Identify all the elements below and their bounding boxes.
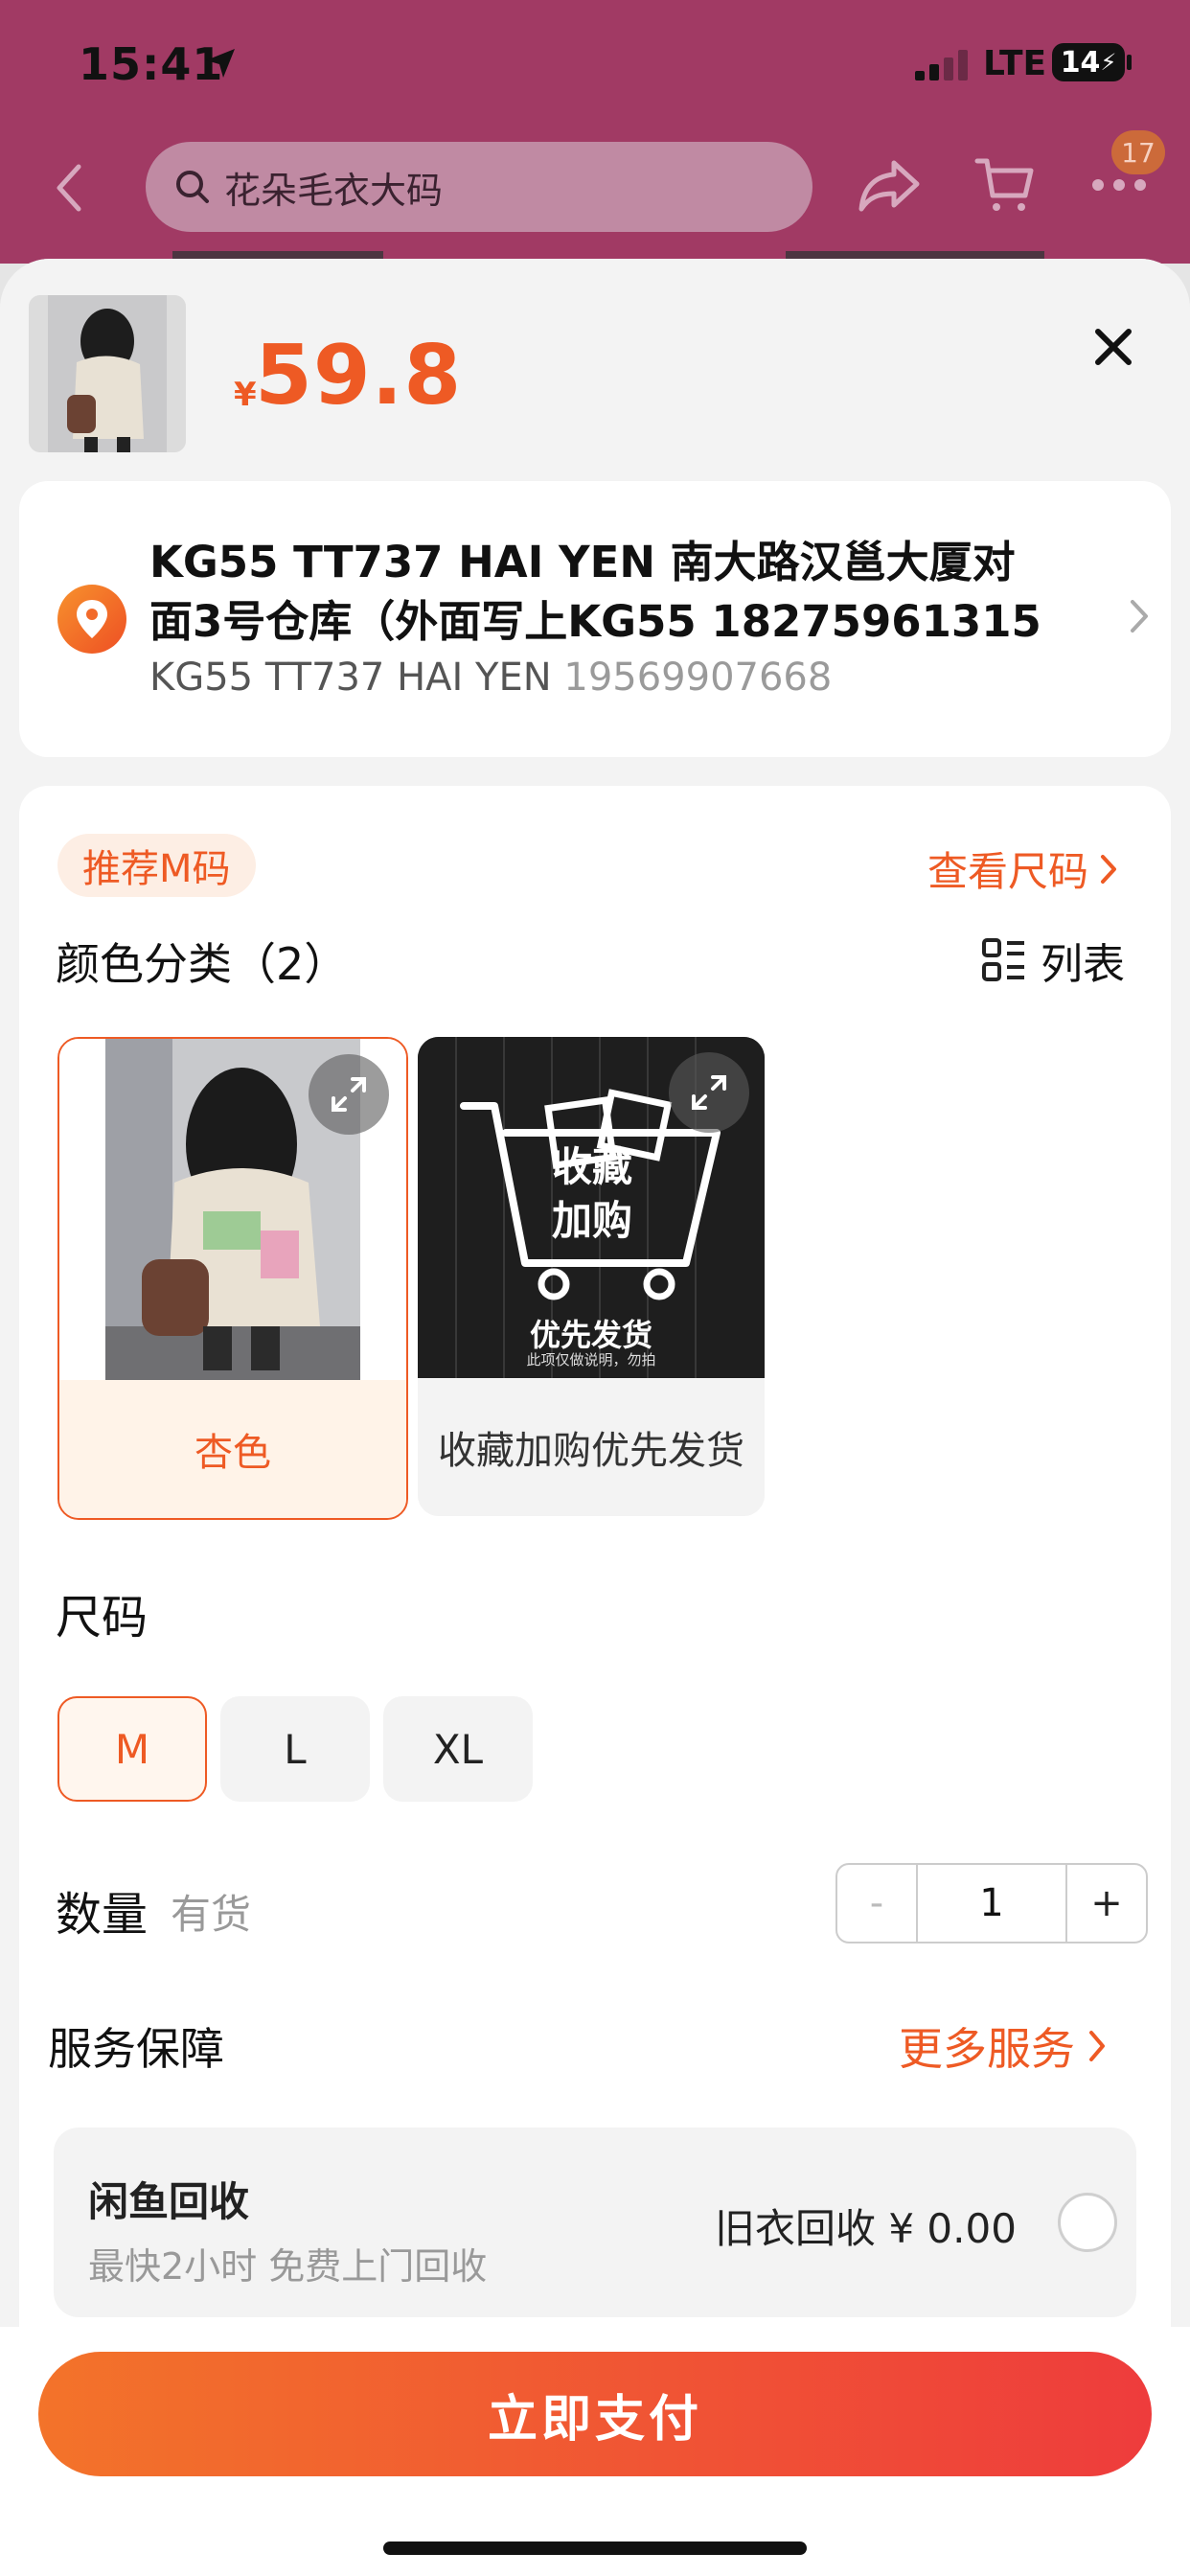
back-arrow-icon[interactable] — [50, 161, 88, 215]
size-section-title: 尺码 — [56, 1591, 149, 1644]
network-type: LTE — [983, 44, 1047, 83]
promo-text-addcart: 加购 — [551, 1197, 632, 1244]
more-icon[interactable] — [1090, 177, 1148, 193]
recycle-service-card[interactable]: 闲鱼回收 最快2小时 免费上门回收 旧衣回收 ¥ 0.00 — [54, 2128, 1136, 2317]
list-view-label: 列表 — [1041, 940, 1125, 989]
variant-image: 收藏 加购 优先发货 此项仅做说明，勿拍 — [418, 1037, 765, 1378]
home-indicator — [383, 2542, 807, 2555]
contact-name: KG55 TT737 HAI YEN — [149, 656, 552, 700]
size-chart-link[interactable]: 查看尺码 — [927, 840, 1117, 898]
list-view-toggle[interactable]: 列表 — [981, 930, 1125, 991]
close-icon[interactable] — [1092, 326, 1134, 368]
status-time: 15:41 — [79, 38, 224, 90]
cart-badge: 17 — [1111, 130, 1165, 174]
promo-text-disclaimer: 此项仅做说明，勿拍 — [526, 1351, 656, 1368]
sku-sheet: ¥ 59.8 KG55 TT737 HAI YEN 南大路汉邕大厦对 面3号仓库… — [0, 259, 1190, 2576]
quantity-increase-button[interactable]: + — [1067, 1865, 1146, 1942]
footer-bar: 立即支付 — [0, 2327, 1190, 2576]
list-icon — [982, 938, 1024, 981]
variant-option-favorite-priority[interactable]: 收藏 加购 优先发货 此项仅做说明，勿拍 收藏加购优先发货 — [418, 1037, 765, 1516]
size-option-xl[interactable]: XL — [383, 1696, 533, 1802]
promo-text-block: 收藏 加购 — [525, 1140, 659, 1248]
size-chart-label: 查看尺码 — [927, 848, 1089, 895]
expand-icon[interactable] — [309, 1054, 389, 1135]
service-section-title: 服务保障 — [48, 2023, 224, 2075]
more-services-link[interactable]: 更多服务 — [899, 2014, 1106, 2078]
search-bar[interactable]: 花朵毛衣大码 — [146, 142, 812, 232]
search-placeholder: 花朵毛衣大码 — [224, 169, 444, 212]
chevron-right-icon — [1131, 600, 1148, 632]
contact-phone: 19569907668 — [563, 656, 833, 700]
location-pin-icon — [57, 585, 126, 654]
chevron-right-icon — [1101, 854, 1117, 884]
address-line-1: KG55 TT737 HAI YEN 南大路汉邕大厦对 — [149, 537, 1016, 587]
address-line-2: 面3号仓库（外面写上KG55 18275961315 — [149, 596, 1041, 647]
price-currency: ¥ — [234, 376, 257, 414]
product-thumbnail[interactable] — [29, 295, 186, 452]
recycle-title: 闲鱼回收 — [88, 2178, 250, 2225]
expand-icon[interactable] — [669, 1052, 749, 1133]
quantity-label: 数量 — [56, 1888, 149, 1942]
product-photo — [29, 295, 186, 452]
recommend-size-tag: 推荐M码 — [57, 834, 256, 897]
battery-level: 14 — [1060, 45, 1101, 80]
variant-option-apricot[interactable]: 杏色 — [57, 1037, 408, 1520]
price: 59.8 — [255, 328, 463, 424]
signal-icon — [915, 50, 968, 80]
variant-label: 收藏加购优先发货 — [418, 1378, 765, 1516]
recycle-value: 旧衣回收 ¥ 0.00 — [715, 2205, 1017, 2252]
sku-options-card: 推荐M码 查看尺码 颜色分类（2） 列表 杏色 收藏 加购 优先发货 此项仅做说… — [19, 786, 1171, 2576]
variant-image — [59, 1039, 406, 1380]
recycle-radio[interactable] — [1058, 2193, 1117, 2252]
battery-cap — [1127, 55, 1132, 70]
stock-status: 有货 — [171, 1891, 252, 1938]
search-icon — [176, 171, 209, 203]
sheet-header: ¥ 59.8 — [0, 259, 1190, 479]
promo-text-favorite: 收藏 — [551, 1143, 632, 1190]
location-arrow-icon — [206, 49, 235, 78]
color-section-title: 颜色分类（2） — [56, 938, 349, 990]
share-icon[interactable] — [858, 157, 921, 215]
variant-label: 杏色 — [59, 1380, 406, 1518]
battery-icon: 14 ⚡ — [1052, 43, 1125, 81]
quantity-decrease-button[interactable]: - — [837, 1865, 916, 1942]
status-bar: 15:41 LTE 14 ⚡ — [0, 0, 1190, 125]
size-option-l[interactable]: L — [220, 1696, 370, 1802]
recycle-subtitle: 最快2小时 免费上门回收 — [88, 2245, 488, 2288]
address-card[interactable]: KG55 TT737 HAI YEN 南大路汉邕大厦对 面3号仓库（外面写上KG… — [19, 481, 1171, 757]
more-services-label: 更多服务 — [899, 2023, 1075, 2075]
pay-now-button[interactable]: 立即支付 — [38, 2352, 1152, 2476]
chevron-right-icon — [1089, 2031, 1105, 2061]
cart-icon[interactable] — [973, 155, 1035, 215]
address-contact: KG55 TT737 HAI YEN 19569907668 — [149, 656, 832, 700]
size-option-m[interactable]: M — [57, 1696, 207, 1802]
quantity-stepper: - 1 + — [835, 1863, 1148, 1944]
quantity-value[interactable]: 1 — [916, 1865, 1067, 1942]
